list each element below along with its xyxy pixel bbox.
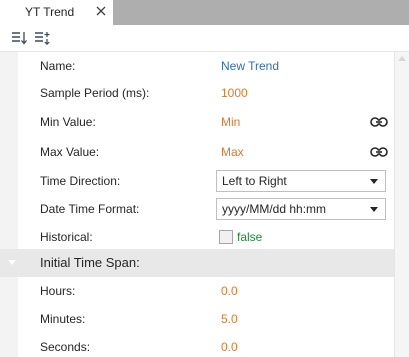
property-grid: Name: New Trend Sample Period (ms): 1000… [0, 52, 394, 357]
date-time-format-dropdown[interactable]: yyyy/MM/dd hh:mm [216, 198, 386, 220]
tab-yt-trend[interactable]: YT Trend [0, 0, 113, 25]
property-row-date-time-format: Date Time Format: yyyy/MM/dd hh:mm [0, 195, 394, 224]
collapse-arrow-icon[interactable] [8, 260, 16, 265]
link-icon[interactable] [370, 116, 388, 128]
dropdown-selected-value: yyyy/MM/dd hh:mm [222, 202, 327, 216]
time-direction-dropdown[interactable]: Left to Right [216, 170, 386, 192]
max-value[interactable]: Max [221, 145, 244, 159]
property-row-sample-period[interactable]: Sample Period (ms): 1000 [0, 79, 394, 108]
chevron-down-icon [370, 207, 378, 212]
property-label: Minutes: [40, 312, 86, 326]
vertical-scrollbar[interactable] [394, 52, 409, 357]
scroll-up-arrow-icon[interactable] [398, 56, 406, 61]
property-label: Date Time Format: [40, 202, 140, 216]
property-row-max-value[interactable]: Max Value: Max [0, 138, 394, 167]
property-row-time-direction: Time Direction: Left to Right [0, 167, 394, 196]
minutes-value[interactable]: 5.0 [221, 312, 238, 326]
property-row-hours[interactable]: Hours: 0.0 [0, 277, 394, 306]
hours-value[interactable]: 0.0 [221, 284, 238, 298]
categorized-list-icon[interactable] [32, 29, 52, 47]
link-icon[interactable] [370, 146, 388, 158]
property-label: Time Direction: [40, 174, 121, 188]
property-row-historical: Historical: false [0, 223, 394, 252]
property-label: Seconds: [40, 340, 91, 354]
sort-descending-icon[interactable] [9, 29, 29, 47]
sample-period-value[interactable]: 1000 [221, 86, 248, 100]
property-row-name[interactable]: Name: New Trend [0, 52, 394, 81]
section-initial-time-span[interactable]: Initial Time Span: [0, 249, 394, 277]
property-row-minutes[interactable]: Minutes: 5.0 [0, 305, 394, 334]
name-value[interactable]: New Trend [221, 59, 279, 73]
tab-strip: YT Trend [0, 0, 409, 25]
close-icon[interactable] [93, 2, 109, 20]
property-label: Hours: [40, 284, 76, 298]
property-toolbar [0, 25, 409, 52]
dropdown-selected-value: Left to Right [222, 174, 287, 188]
property-label: Historical: [40, 230, 93, 244]
historical-value: false [237, 230, 263, 244]
seconds-value[interactable]: 0.0 [221, 340, 238, 354]
property-label: Sample Period (ms): [40, 86, 150, 100]
property-label: Min Value: [40, 115, 96, 129]
historical-checkbox[interactable] [219, 230, 233, 244]
property-row-min-value[interactable]: Min Value: Min [0, 108, 394, 137]
property-row-seconds[interactable]: Seconds: 0.0 [0, 333, 394, 357]
property-label: Name: [40, 59, 76, 73]
tab-title: YT Trend [25, 5, 75, 19]
section-title: Initial Time Span: [40, 255, 140, 270]
min-value[interactable]: Min [221, 115, 240, 129]
chevron-down-icon [370, 179, 378, 184]
property-label: Max Value: [40, 145, 100, 159]
